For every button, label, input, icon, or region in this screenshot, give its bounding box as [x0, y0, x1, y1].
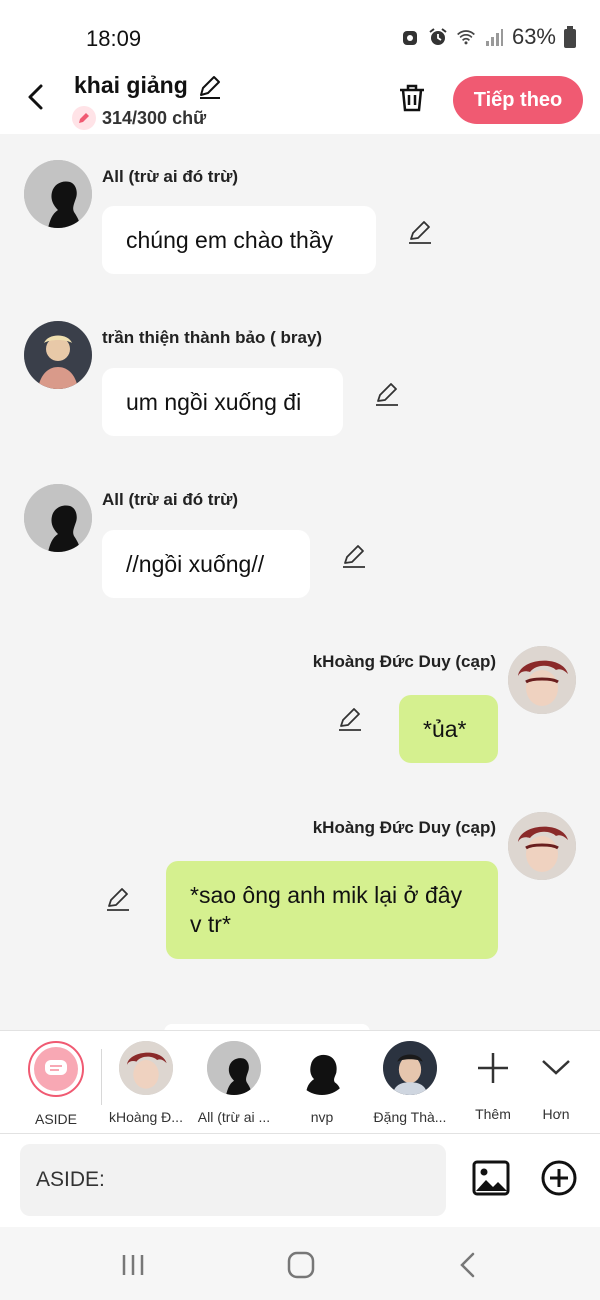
chevron-down-icon	[542, 1060, 570, 1075]
top-header: khai giảng 314/300 chữ Tiếp theo	[0, 70, 600, 134]
sender-name: kHoàng Đức Duy (cạp)	[312, 818, 496, 837]
status-bar: 18:09 63%	[0, 0, 600, 70]
wifi-icon	[457, 30, 475, 45]
word-count-text: 314/300 chữ	[102, 107, 207, 128]
image-icon[interactable]	[472, 1159, 510, 1197]
story-title[interactable]: khai giảng	[74, 72, 188, 99]
edit-title-pencil-icon[interactable]	[196, 72, 224, 100]
character-duy[interactable]: kHoàng Đ...	[101, 1041, 191, 1125]
sender-name: kHoàng Đức Duy (cạp)	[312, 652, 496, 671]
character-label: nvp	[310, 1109, 334, 1125]
system-navigation-bar	[0, 1227, 600, 1300]
alarm-icon	[429, 28, 447, 45]
edit-message-pencil-icon[interactable]	[104, 885, 132, 913]
message-bubble-self[interactable]: *sao ông anh mik lại ở đây v tr*	[166, 861, 498, 959]
message-bubble[interactable]: //ngồi xuống//	[102, 530, 310, 598]
signal-icon	[485, 29, 503, 46]
avatar-silhouette[interactable]	[24, 160, 92, 228]
edit-message-pencil-icon[interactable]	[373, 380, 401, 408]
character-all[interactable]: All (trừ ai ...	[189, 1041, 279, 1125]
character-label: All (trừ ai ...	[197, 1109, 271, 1125]
sender-name: trần thiện thành bảo ( bray)	[102, 328, 323, 347]
avatar-photo-duy[interactable]	[508, 812, 576, 880]
character-selector: ASIDE kHoàng Đ... All (trừ ai ... nvp Đặ…	[0, 1030, 600, 1134]
recent-apps-icon[interactable]	[117, 1249, 149, 1281]
chat-area[interactable]: All (trừ ai đó trừ) chúng em chào thầy t…	[0, 134, 600, 1030]
status-icons: 63%	[400, 24, 576, 50]
add-circle-icon[interactable]	[540, 1159, 578, 1197]
back-arrow-icon[interactable]	[22, 82, 52, 112]
word-count: 314/300 chữ	[72, 106, 206, 130]
edit-message-pencil-icon[interactable]	[340, 542, 368, 570]
character-label: Đặng Thà...	[373, 1109, 447, 1125]
avatar-silhouette[interactable]	[24, 484, 92, 552]
character-dang[interactable]: Đặng Thà...	[365, 1041, 455, 1125]
sender-name: All (trừ ai đó trừ)	[102, 490, 239, 509]
trash-icon[interactable]	[396, 82, 428, 114]
avatar-photo-bao[interactable]	[24, 321, 92, 389]
sender-name: All (trừ ai đó trừ)	[102, 167, 239, 186]
status-time: 18:09	[86, 26, 142, 51]
next-button[interactable]: Tiếp theo	[453, 76, 583, 124]
battery-icon	[564, 26, 576, 48]
avatar-silhouette	[207, 1041, 261, 1095]
battery-percent: 63%	[511, 24, 556, 49]
character-aside[interactable]: ASIDE	[11, 1041, 101, 1127]
message-bubble-self[interactable]: *ủa*	[399, 695, 498, 763]
avatar-photo-dang	[383, 1041, 437, 1095]
edit-message-pencil-icon[interactable]	[336, 705, 364, 733]
aside-avatar	[28, 1041, 84, 1097]
message-bubble[interactable]: um ngồi xuống đi	[102, 368, 343, 436]
notification-icon	[402, 31, 417, 45]
chat-bubble-icon	[45, 1060, 67, 1075]
avatar-photo-duy[interactable]	[508, 646, 576, 714]
compose-bar	[0, 1135, 600, 1227]
character-label: kHoàng Đ...	[109, 1109, 183, 1125]
character-nvp[interactable]: nvp	[277, 1041, 367, 1125]
home-icon[interactable]	[285, 1249, 317, 1281]
avatar-photo-duy	[119, 1041, 173, 1095]
message-bubble[interactable]: chúng em chào thầy	[102, 206, 376, 274]
pencil-badge-icon	[72, 106, 96, 130]
character-label: ASIDE	[34, 1111, 77, 1127]
character-label: Hơn	[542, 1106, 570, 1122]
back-nav-icon[interactable]	[453, 1249, 485, 1281]
avatar-silhouette-female	[295, 1041, 349, 1095]
message-input[interactable]	[20, 1144, 446, 1216]
edit-message-pencil-icon[interactable]	[406, 218, 434, 246]
more-characters-button[interactable]: Hơn	[511, 1041, 600, 1122]
